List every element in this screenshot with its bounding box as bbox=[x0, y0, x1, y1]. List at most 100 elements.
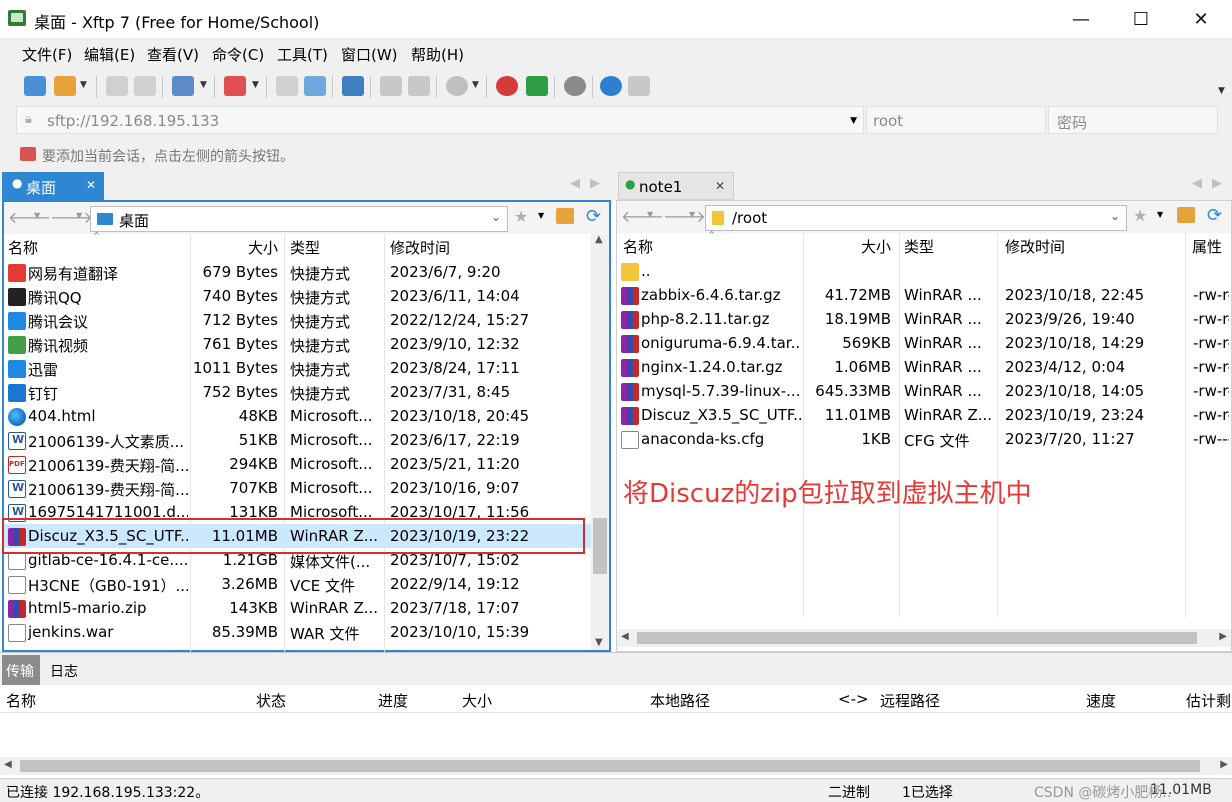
scroll-left-icon[interactable]: ◀ bbox=[621, 631, 629, 642]
home-icon[interactable] bbox=[1177, 207, 1195, 223]
close-button[interactable]: ✕ bbox=[1178, 0, 1224, 38]
scroll-right-icon[interactable]: ▶ bbox=[1220, 759, 1228, 770]
tab-close-icon[interactable]: ✕ bbox=[86, 178, 96, 192]
col-type[interactable]: 类型 bbox=[904, 236, 934, 257]
table-row[interactable]: .. bbox=[617, 259, 1231, 283]
table-row[interactable]: 网易有道翻译 679 Bytes 快捷方式 2023/6/7, 9:20 bbox=[4, 260, 591, 284]
col-size[interactable]: 大小 bbox=[462, 690, 492, 711]
menu-view[interactable]: 查看(V) bbox=[147, 44, 199, 65]
col-size[interactable]: 大小 bbox=[248, 237, 278, 258]
tab-transfer[interactable]: 传输 bbox=[2, 655, 40, 685]
table-row[interactable]: 腾讯视频 761 Bytes 快捷方式 2023/9/10, 12:32 bbox=[4, 332, 591, 356]
settings-window-icon[interactable] bbox=[172, 76, 194, 96]
copy-icon[interactable] bbox=[408, 76, 430, 96]
refresh-icon[interactable]: ⟳ bbox=[586, 206, 601, 227]
chevron-down-icon[interactable]: ⌄ bbox=[1110, 209, 1120, 223]
star-icon[interactable]: ★ bbox=[1133, 206, 1147, 225]
sync-arrows-icon[interactable] bbox=[342, 76, 364, 96]
tab-scroll-right-icon[interactable]: ▶ bbox=[590, 176, 600, 191]
col-remote-path[interactable]: 远程路径 bbox=[880, 690, 940, 711]
star-icon[interactable]: ★ bbox=[514, 207, 528, 226]
chat-icon[interactable] bbox=[628, 76, 650, 96]
scroll-down-icon[interactable]: ▼ bbox=[595, 637, 603, 648]
forward-arrow-icon[interactable]: 🡒︎ bbox=[663, 206, 706, 226]
table-row[interactable]: zabbix-6.4.6.tar.gz 41.72MB WinRAR ... 2023… bbox=[617, 283, 1231, 307]
local-path-input[interactable]: 桌面 ⌄ bbox=[90, 206, 508, 232]
help-icon[interactable] bbox=[600, 76, 622, 96]
tab-close-icon[interactable]: ✕ bbox=[715, 179, 725, 193]
username-input[interactable]: root bbox=[866, 106, 1046, 134]
print-icon[interactable] bbox=[380, 76, 402, 96]
back-dropdown-icon[interactable]: ▼ bbox=[34, 211, 40, 220]
forward-dropdown-icon[interactable]: ▼ bbox=[76, 211, 82, 220]
favorites-dropdown-icon[interactable]: ▼ bbox=[1157, 210, 1163, 219]
table-row[interactable]: 迅雷 1011 Bytes 快捷方式 2023/8/24, 17:11 bbox=[4, 356, 591, 380]
record-icon[interactable] bbox=[446, 76, 468, 96]
favorites-dropdown-icon[interactable]: ▼ bbox=[538, 211, 544, 220]
refresh-icon[interactable]: ⟳ bbox=[1207, 205, 1222, 226]
xftp-icon[interactable] bbox=[526, 76, 548, 96]
upload-icon[interactable] bbox=[276, 76, 298, 96]
scrollbar-thumb[interactable] bbox=[593, 518, 607, 574]
remote-path-input[interactable]: /root ⌄ bbox=[705, 205, 1127, 231]
new-session-icon[interactable] bbox=[24, 76, 46, 96]
chevron-down-icon[interactable]: ⌄ bbox=[491, 210, 501, 224]
col-type[interactable]: 类型 bbox=[290, 237, 320, 258]
back-arrow-icon[interactable]: 🡐︎ bbox=[8, 207, 51, 227]
minimize-button[interactable]: — bbox=[1058, 0, 1104, 38]
table-row[interactable]: php-8.2.11.tar.gz 18.19MB WinRAR ... 2023/9… bbox=[617, 307, 1231, 331]
col-modified[interactable]: 修改时间 bbox=[390, 237, 450, 258]
table-row[interactable]: mysql-5.7.39-linux-... 645.33MB WinRAR ...… bbox=[617, 379, 1231, 403]
tab-log[interactable]: 日志 bbox=[50, 661, 78, 681]
connect-icon[interactable] bbox=[106, 76, 128, 96]
table-row[interactable]: 21006139-费天翔-简... 294KB Microsoft... 2023/5… bbox=[4, 452, 591, 476]
col-modified[interactable]: 修改时间 bbox=[1005, 236, 1065, 257]
table-row[interactable]: Discuz_X3.5_SC_UTF... 11.01MB WinRAR Z... 2… bbox=[617, 403, 1231, 427]
table-row[interactable]: 21006139-费天翔-简... 707KB Microsoft... 2023/1… bbox=[4, 476, 591, 500]
table-row[interactable]: 404.html 48KB Microsoft... 2023/10/18, 20:4… bbox=[4, 404, 591, 428]
col-eta[interactable]: 估计剩 bbox=[1186, 690, 1231, 711]
transfer-horizontal-scrollbar[interactable]: ◀ ▶ bbox=[0, 757, 1232, 775]
forward-dropdown-icon[interactable]: ▼ bbox=[689, 210, 695, 219]
tab-scroll-right-icon[interactable]: ▶ bbox=[1212, 176, 1222, 191]
settings-dropdown-icon[interactable]: ▼ bbox=[200, 80, 207, 90]
tab-scroll-left-icon[interactable]: ◀ bbox=[1192, 176, 1202, 191]
menu-help[interactable]: 帮助(H) bbox=[411, 44, 464, 65]
netsarang-icon[interactable] bbox=[496, 76, 518, 96]
toolbar-overflow-icon[interactable]: ▼ bbox=[1218, 86, 1225, 96]
col-size[interactable]: 大小 bbox=[861, 236, 891, 257]
table-row[interactable]: 腾讯会议 712 Bytes 快捷方式 2022/12/24, 15:27 bbox=[4, 308, 591, 332]
table-row[interactable]: html5-mario.zip 143KB WinRAR Z... 2023/7/18… bbox=[4, 596, 591, 620]
scrollbar-thumb[interactable] bbox=[637, 632, 1197, 644]
tab-remote-note1[interactable]: ● note1 ✕ bbox=[618, 172, 734, 200]
play-icon[interactable] bbox=[224, 76, 246, 96]
password-input[interactable]: 密码 bbox=[1048, 106, 1218, 134]
table-row[interactable]: 钉钉 752 Bytes 快捷方式 2023/7/31, 8:45 bbox=[4, 380, 591, 404]
remote-horizontal-scrollbar[interactable]: ◀ ▶ bbox=[617, 629, 1231, 647]
disconnect-icon[interactable] bbox=[134, 76, 156, 96]
tab-local-desktop[interactable]: ● 桌面 ✕ bbox=[2, 172, 104, 200]
chevron-down-icon[interactable]: ▼ bbox=[850, 116, 857, 126]
table-row[interactable]: nginx-1.24.0.tar.gz 1.06MB WinRAR ... 2023/… bbox=[617, 355, 1231, 379]
col-name[interactable]: 名称 bbox=[6, 690, 36, 711]
download-icon[interactable] bbox=[304, 76, 326, 96]
open-folder-icon[interactable] bbox=[54, 76, 76, 96]
back-arrow-icon[interactable]: 🡐︎ bbox=[621, 206, 664, 226]
col-direction[interactable]: <-> bbox=[838, 690, 869, 708]
col-speed[interactable]: 速度 bbox=[1086, 690, 1116, 711]
table-row[interactable]: H3CNE（GB0-191）... 3.26MB VCE 文件 2022/9/14, … bbox=[4, 572, 591, 596]
col-name[interactable]: 名称 bbox=[8, 237, 38, 258]
col-status[interactable]: 状态 bbox=[256, 690, 286, 711]
menu-command[interactable]: 命令(C) bbox=[212, 44, 264, 65]
table-row[interactable]: 21006139-人文素质... 51KB Microsoft... 2023/6/1… bbox=[4, 428, 591, 452]
table-row[interactable]: 腾讯QQ 740 Bytes 快捷方式 2023/6/11, 14:04 bbox=[4, 284, 591, 308]
maximize-button[interactable]: ☐ bbox=[1118, 0, 1164, 38]
back-dropdown-icon[interactable]: ▼ bbox=[647, 210, 653, 219]
tab-scroll-left-icon[interactable]: ◀ bbox=[570, 176, 580, 191]
gear-icon[interactable] bbox=[564, 76, 586, 96]
forward-arrow-icon[interactable]: 🡒︎ bbox=[50, 207, 93, 227]
home-icon[interactable] bbox=[556, 208, 574, 224]
col-progress[interactable]: 进度 bbox=[378, 690, 408, 711]
col-name[interactable]: 名称 bbox=[623, 236, 653, 257]
play-dropdown-icon[interactable]: ▼ bbox=[252, 80, 259, 90]
